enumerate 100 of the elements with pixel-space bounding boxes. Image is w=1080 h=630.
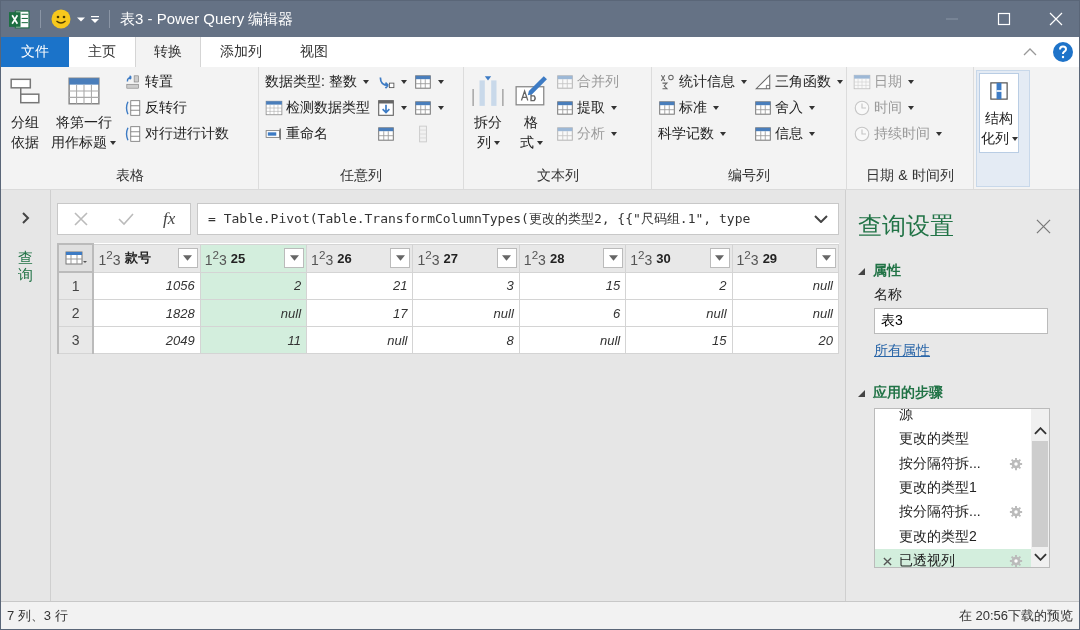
- ribbon-button[interactable]: 将第一行 用作标题: [48, 70, 119, 164]
- column-header[interactable]: 27: [443, 250, 493, 266]
- ribbon-button[interactable]: 拆分 列: [468, 70, 508, 164]
- type-label[interactable]: 1$^{2}$3: [630, 248, 653, 268]
- spreadsheet-icon[interactable]: [9, 9, 30, 29]
- filter-button[interactable]: [390, 248, 411, 268]
- filter-button[interactable]: [603, 248, 624, 268]
- caret-icon: [502, 255, 512, 261]
- download-icon: [377, 99, 395, 117]
- step-item[interactable]: 更改的类型2: [875, 524, 1031, 549]
- chevron-right-icon[interactable]: [21, 212, 30, 224]
- ribbon-button[interactable]: 格 式: [511, 70, 551, 164]
- queries-label[interactable]: 查询: [18, 250, 33, 283]
- column-header[interactable]: 29: [762, 250, 812, 266]
- table-icon: [853, 73, 871, 91]
- ribbon-button[interactable]: 结构 化列: [979, 73, 1019, 153]
- ribbon-button[interactable]: 标准: [656, 96, 749, 120]
- caret-icon: [183, 255, 193, 261]
- ribbon-button[interactable]: 统计信息: [656, 70, 749, 94]
- scroll-down-icon[interactable]: [1033, 553, 1047, 561]
- type-label[interactable]: 1$^{2}$3: [417, 248, 440, 268]
- ribbon-button[interactable]: 信息: [752, 122, 845, 146]
- bars-icon: [471, 74, 505, 108]
- caret-icon[interactable]: [77, 15, 85, 23]
- column-header[interactable]: 28: [549, 250, 600, 266]
- grid-icon: [658, 99, 676, 117]
- all-properties-link[interactable]: 所有属性: [874, 342, 930, 360]
- column-header[interactable]: 30: [656, 250, 706, 266]
- ribbon-button[interactable]: 舍入: [752, 96, 845, 120]
- filter-button[interactable]: [177, 248, 198, 268]
- table-cell: 21: [306, 272, 413, 300]
- clock-icon: [853, 125, 871, 143]
- table-cell: 2: [625, 272, 733, 300]
- step-item[interactable]: 更改的类型1: [875, 475, 1031, 501]
- ribbon-button[interactable]: 提取: [554, 96, 621, 120]
- ribbon-button[interactable]: 反转行: [122, 96, 231, 120]
- check-icon[interactable]: [117, 211, 134, 227]
- column-header[interactable]: 25: [230, 250, 281, 266]
- table-cell: 17: [306, 299, 413, 327]
- customize-icon[interactable]: [91, 15, 99, 23]
- file-tab[interactable]: 文件: [1, 37, 69, 67]
- caret-icon: [715, 255, 725, 261]
- row-number: 3: [58, 326, 94, 354]
- table-cell: 1056: [93, 272, 201, 300]
- ribbon-button[interactable]: 数据类型: 整数: [263, 70, 372, 94]
- table-cell: null: [732, 272, 839, 300]
- ribbon-button[interactable]: 科学记数: [656, 122, 749, 146]
- group-label: 日期 & 时间列: [865, 167, 955, 185]
- step-item[interactable]: 更改的类型: [875, 427, 1031, 452]
- type-label[interactable]: 1$^{2}$3: [523, 248, 546, 268]
- ribbon-tab[interactable]: 主页: [69, 37, 135, 67]
- smiley-icon[interactable]: [51, 9, 71, 29]
- help-icon[interactable]: [1053, 42, 1073, 62]
- name-field[interactable]: 表3: [874, 308, 1048, 334]
- grid-icon: [556, 99, 574, 117]
- step-item[interactable]: 按分隔符拆...: [875, 451, 1031, 476]
- table-cell: null: [412, 299, 520, 327]
- type-label[interactable]: 1$^{2}$3: [736, 248, 759, 268]
- table-cell: null: [625, 299, 733, 327]
- ribbon-button[interactable]: 检测数据类型: [263, 96, 372, 120]
- fx-button[interactable]: fx: [163, 209, 176, 229]
- step-item[interactable]: 按分隔符拆...: [875, 500, 1031, 525]
- step-item[interactable]: 已透视列: [875, 548, 1031, 567]
- collapse-icon[interactable]: [1023, 48, 1037, 56]
- ribbon-tab[interactable]: 视图: [281, 37, 347, 67]
- column-header[interactable]: 款号: [124, 249, 174, 267]
- grid-icon: [754, 99, 772, 117]
- type-label[interactable]: 1$^{2}$3: [311, 248, 334, 268]
- section-heading: 属性: [873, 262, 901, 280]
- ribbon-tab[interactable]: 转换: [135, 37, 201, 67]
- close-icon[interactable]: [1036, 218, 1051, 234]
- filter-button[interactable]: [816, 248, 836, 268]
- type-label[interactable]: 1$^{2}$3: [204, 248, 227, 268]
- filter-button[interactable]: [709, 248, 730, 268]
- filter-button[interactable]: [284, 248, 305, 268]
- filter-button[interactable]: [496, 248, 517, 268]
- ribbon-button[interactable]: 对行进行计数: [122, 122, 231, 146]
- scroll-up-icon[interactable]: [1033, 427, 1047, 435]
- table-menu-button[interactable]: [58, 244, 94, 272]
- collapse-triangle-icon[interactable]: [858, 389, 865, 397]
- table-cell: 2: [200, 272, 307, 300]
- scrollbar[interactable]: [1031, 409, 1049, 567]
- ribbon-button[interactable]: 转置: [122, 70, 231, 94]
- ribbon-tab[interactable]: 添加列: [201, 37, 281, 67]
- field-label: 名称: [874, 286, 903, 304]
- table-cell: 1828: [93, 299, 201, 327]
- collapse-triangle-icon[interactable]: [858, 267, 865, 275]
- column-header[interactable]: 26: [337, 250, 387, 266]
- formula-field[interactable]: = Table.Pivot(Table.TransformColumnTypes(更改的类型2, {{"尺码组.1", type: [197, 203, 839, 235]
- chevron-down-icon[interactable]: [814, 215, 828, 223]
- maximize-icon[interactable]: [997, 12, 1011, 26]
- pencil-icon: [514, 74, 548, 108]
- status-text: 在 20:56下载的预览: [958, 606, 1073, 625]
- pane-title: 查询设置: [858, 211, 954, 241]
- ribbon-button[interactable]: 三角函数: [752, 70, 845, 94]
- group-label: 编号列: [727, 167, 771, 185]
- ribbon-button[interactable]: 重命名: [263, 122, 372, 146]
- status-text: 7 列、3 行: [7, 606, 68, 625]
- type-label[interactable]: 1$^{2}$3: [98, 248, 121, 268]
- ribbon-button[interactable]: 分组 依据: [5, 70, 45, 164]
